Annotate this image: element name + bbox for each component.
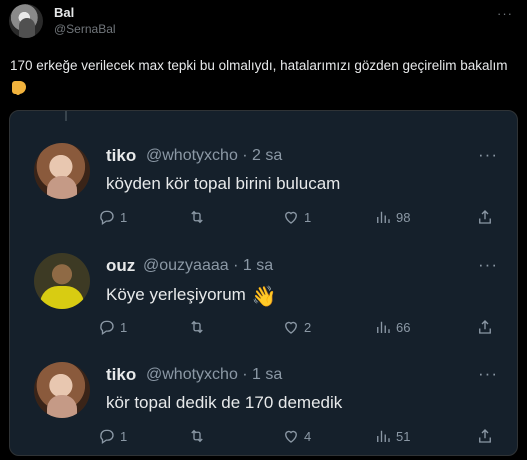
views-button[interactable]: 51: [374, 427, 410, 445]
author-avatar[interactable]: [9, 4, 43, 38]
heart-icon: [285, 430, 297, 443]
reply-button[interactable]: 1: [98, 208, 127, 226]
avatar[interactable]: [34, 362, 90, 418]
attached-screenshot: tiko @whotyxcho · 2 sa ··· köyden kör to…: [9, 110, 518, 456]
reply-author-name[interactable]: tiko: [106, 146, 136, 166]
thumbs-down-emoji: [12, 81, 26, 95]
retweet-button[interactable]: [188, 318, 210, 336]
reply-meta: @ouzyaaaa · 1 sa: [143, 257, 274, 274]
like-button[interactable]: 4: [282, 427, 311, 445]
views-icon: [377, 211, 390, 223]
views-icon: [377, 321, 390, 333]
action-bar: 1 4 51: [98, 427, 498, 451]
reply-text: Köye yerleşiyorum 👋: [106, 284, 277, 309]
share-icon: [479, 210, 491, 224]
like-count: 2: [304, 319, 312, 335]
like-button[interactable]: 1: [282, 208, 311, 226]
reply-meta: @whotyxcho · 1 sa: [146, 366, 283, 383]
reply-icon: [100, 320, 114, 336]
author-handle[interactable]: @SernaBal: [54, 22, 116, 36]
waving-hand-emoji: 👋: [251, 286, 277, 308]
reply-button[interactable]: 1: [98, 318, 127, 336]
avatar[interactable]: [34, 143, 90, 199]
retweet-button[interactable]: [188, 427, 210, 445]
share-button[interactable]: [476, 208, 494, 226]
views-count: 98: [396, 209, 411, 225]
retweet-icon: [191, 210, 203, 224]
author-name[interactable]: Bal: [54, 5, 74, 20]
share-icon: [479, 320, 491, 334]
avatar[interactable]: [34, 253, 90, 309]
reply-count: 1: [120, 319, 128, 335]
views-icon: [377, 430, 390, 442]
like-count: 1: [304, 209, 312, 225]
more-options-icon[interactable]: ···: [478, 255, 498, 275]
reply-item: tiko @whotyxcho · 1 sa ··· kör topal ded…: [10, 338, 517, 451]
reply-item: ouz @ouzyaaaa · 1 sa ··· Köye yerleşiyor…: [10, 229, 517, 341]
reply-author-name[interactable]: ouz: [106, 256, 135, 276]
views-count: 51: [396, 428, 411, 444]
like-button[interactable]: 2: [282, 318, 311, 336]
share-icon: [479, 429, 491, 443]
reply-count: 1: [120, 428, 128, 444]
retweet-icon: [191, 429, 203, 443]
views-button[interactable]: 98: [374, 208, 410, 226]
more-options-icon[interactable]: ···: [478, 145, 498, 165]
more-options-icon[interactable]: ···: [497, 6, 513, 21]
heart-icon: [285, 321, 297, 334]
reply-text: kör topal dedik de 170 demedik: [106, 393, 343, 412]
reply-count: 1: [120, 209, 128, 225]
reply-meta: @whotyxcho · 2 sa: [146, 147, 283, 164]
tweet-text: 170 erkeğe verilecek max tepki bu olmalı…: [10, 55, 510, 99]
tweet: Bal @SernaBal ··· 170 erkeğe verilecek m…: [0, 0, 527, 460]
reply-item: tiko @whotyxcho · 2 sa ··· köyden kör to…: [10, 119, 517, 231]
reply-button[interactable]: 1: [98, 427, 127, 445]
reply-text-body: Köye yerleşiyorum: [106, 285, 246, 304]
views-count: 66: [396, 319, 411, 335]
reply-icon: [100, 429, 114, 445]
reply-icon: [100, 210, 114, 226]
tweet-text-body: 170 erkeğe verilecek max tepki bu olmalı…: [10, 58, 508, 73]
share-button[interactable]: [476, 318, 494, 336]
share-button[interactable]: [476, 427, 494, 445]
like-count: 4: [304, 428, 312, 444]
reply-text: köyden kör topal birini bulucam: [106, 174, 341, 193]
retweet-button[interactable]: [188, 208, 210, 226]
more-options-icon[interactable]: ···: [478, 364, 498, 384]
views-button[interactable]: 66: [374, 318, 410, 336]
retweet-icon: [191, 320, 203, 334]
reply-author-name[interactable]: tiko: [106, 365, 136, 385]
heart-icon: [285, 211, 297, 224]
